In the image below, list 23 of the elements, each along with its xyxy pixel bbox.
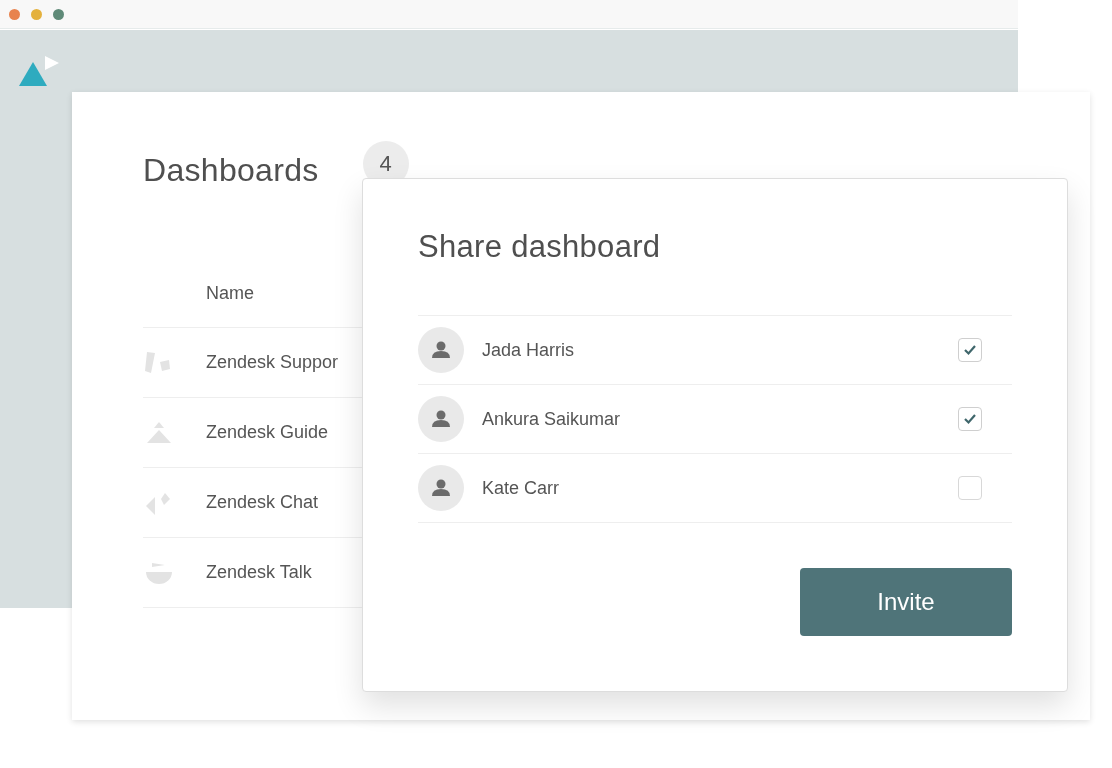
logo-icon: [19, 54, 61, 88]
close-dot-icon[interactable]: [9, 8, 20, 20]
avatar-icon: [418, 396, 464, 442]
page-title: Dashboards: [143, 152, 319, 189]
dialog-title: Share dashboard: [418, 229, 662, 265]
minimize-dot-icon[interactable]: [31, 8, 42, 20]
checkbox[interactable]: [958, 476, 982, 500]
invite-button[interactable]: Invite: [800, 568, 1012, 636]
checkbox[interactable]: [958, 407, 982, 431]
maximize-dot-icon[interactable]: [53, 8, 64, 20]
person-name: Ankura Saikumar: [482, 408, 622, 430]
dashboard-name[interactable]: Zendesk Suppor: [206, 352, 339, 373]
avatar-icon: [418, 327, 464, 373]
checkmark-icon: [963, 344, 977, 356]
dashboard-name[interactable]: Zendesk Chat: [206, 492, 319, 513]
avatar-icon: [418, 465, 464, 511]
person-name: Kate Carr: [482, 477, 561, 499]
column-header: Name: [206, 283, 254, 304]
checkbox[interactable]: [958, 338, 982, 362]
dashboard-name[interactable]: Zendesk Guide: [206, 422, 329, 443]
dashboard-name[interactable]: Zendesk Talk: [206, 562, 312, 583]
person-name: Jada Harris: [482, 339, 576, 361]
checkmark-icon: [963, 413, 977, 425]
